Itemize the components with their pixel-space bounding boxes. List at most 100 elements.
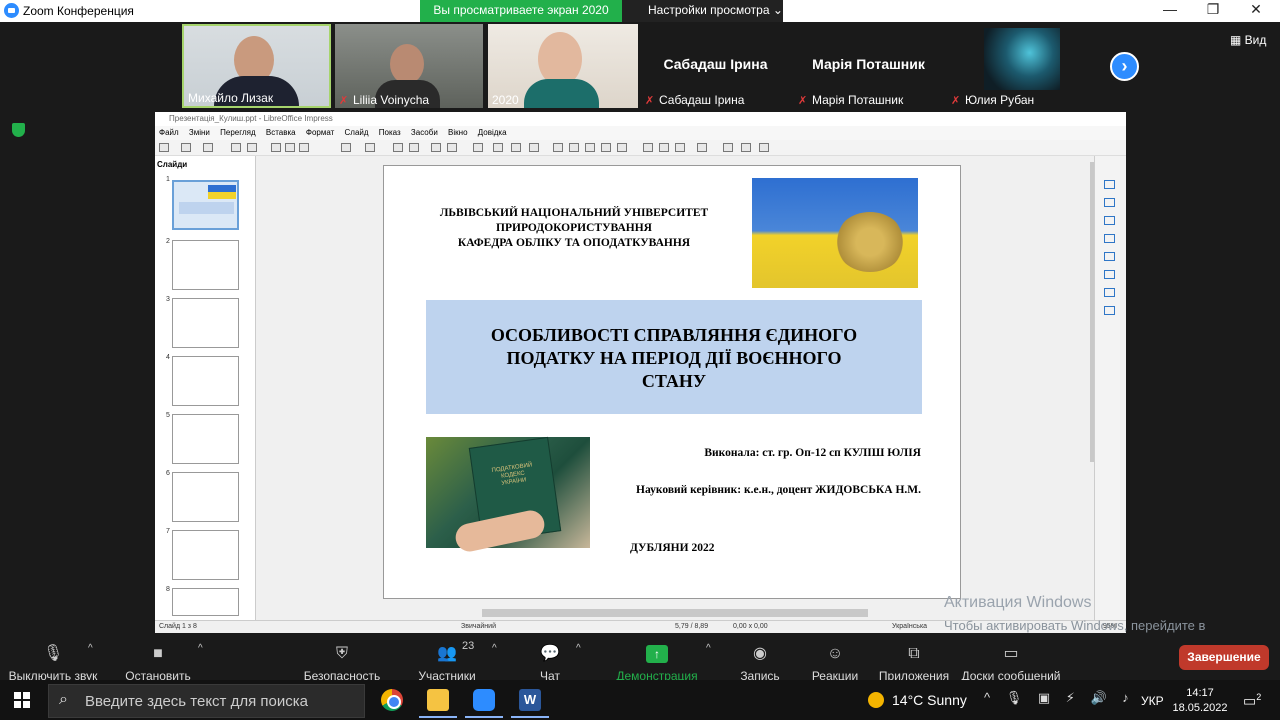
image-icon[interactable] <box>553 143 563 152</box>
print-icon[interactable] <box>247 143 257 152</box>
find-icon[interactable] <box>393 143 403 152</box>
export-pdf-icon[interactable] <box>231 143 241 152</box>
menu-item-show[interactable]: Показ <box>379 128 401 137</box>
system-tray[interactable]: ^ 🎙 ▣ ⚡ 🔊 ♪ <box>984 690 1135 706</box>
next-page-button[interactable]: › <box>1110 52 1139 81</box>
spelling-icon[interactable] <box>409 143 419 152</box>
distribute-icon[interactable] <box>741 143 751 152</box>
zoom-app-icon[interactable] <box>473 689 495 711</box>
close-button[interactable]: ✕ <box>1236 1 1276 18</box>
weather-widget[interactable]: 14°C Sunny <box>868 692 967 708</box>
slide-thumbnail[interactable] <box>172 530 239 580</box>
styles-icon[interactable] <box>1104 270 1115 279</box>
shadow-icon[interactable] <box>759 143 769 152</box>
file-explorer-icon[interactable] <box>427 689 449 711</box>
table-icon[interactable] <box>529 143 539 152</box>
gallery-icon[interactable] <box>1104 288 1115 297</box>
video-tile[interactable]: Марія Поташник ✗ Марія Поташник <box>794 24 943 108</box>
chevron-up-icon[interactable]: ^ <box>492 643 497 654</box>
open-icon[interactable] <box>181 143 191 152</box>
menu-item-tools[interactable]: Засоби <box>411 128 438 137</box>
end-meeting-button[interactable]: Завершение <box>1179 645 1269 670</box>
view-options-button[interactable]: Настройки просмотра ⌄ <box>622 0 783 22</box>
animation-icon[interactable] <box>1104 216 1115 225</box>
menu-item-format[interactable]: Формат <box>306 128 334 137</box>
copy-icon[interactable] <box>285 143 295 152</box>
undo-icon[interactable] <box>341 143 351 152</box>
mute-button[interactable]: 🎙 Выключить звук <box>8 645 98 683</box>
participant-name: 2020 <box>492 93 519 107</box>
status-language[interactable]: Українська <box>892 623 927 630</box>
slide-thumbnail[interactable] <box>172 472 239 522</box>
menu-item-view[interactable]: Перегляд <box>220 128 256 137</box>
restore-button[interactable]: ❐ <box>1193 1 1233 18</box>
view-button[interactable]: ▦ Вид <box>1230 33 1266 47</box>
master-slide-icon[interactable] <box>473 143 483 152</box>
coins-image <box>835 212 905 272</box>
special-char-icon[interactable] <box>617 143 627 152</box>
menu-item-insert[interactable]: Вставка <box>266 128 296 137</box>
slide-thumbnail[interactable] <box>172 588 239 616</box>
video-tile[interactable]: Сабадаш Ірина ✗ Сабадаш Ірина <box>641 24 790 108</box>
paste-icon[interactable] <box>299 143 309 152</box>
shapes-icon[interactable] <box>675 143 685 152</box>
minimize-button[interactable]: — <box>1150 1 1190 17</box>
apps-button[interactable]: ⧉ Приложения <box>878 645 950 683</box>
chrome-icon[interactable] <box>381 689 403 711</box>
video-tile[interactable]: 2020 <box>488 24 638 108</box>
video-tile[interactable]: ✗ Юлия Рубан <box>947 24 1099 108</box>
menu-item-edit[interactable]: Зміни <box>189 128 210 137</box>
display-views-icon[interactable] <box>447 143 457 152</box>
slide-thumbnail[interactable] <box>172 356 239 406</box>
save-icon[interactable] <box>203 143 213 152</box>
start-show-icon[interactable] <box>493 143 503 152</box>
slide-thumbnail[interactable] <box>172 298 239 348</box>
chat-button[interactable]: 💬 Чат <box>530 645 570 683</box>
arrange-icon[interactable] <box>697 143 707 152</box>
shapes-icon[interactable] <box>1104 252 1115 261</box>
chevron-up-icon[interactable]: ^ <box>88 643 93 654</box>
chevron-up-icon[interactable]: ^ <box>576 643 581 654</box>
align-icon[interactable] <box>723 143 733 152</box>
chevron-up-icon[interactable]: ^ <box>198 643 203 654</box>
new-slide-icon[interactable] <box>511 143 521 152</box>
chevron-up-icon[interactable]: ^ <box>706 643 711 654</box>
notifications-icon[interactable]: ▭2 <box>1243 692 1261 710</box>
hyperlink-icon[interactable] <box>659 143 669 152</box>
viewing-screen-banner: Вы просматриваете экран 2020 <box>420 0 622 22</box>
reactions-button[interactable]: ☺ Реакции <box>810 645 860 683</box>
redo-icon[interactable] <box>365 143 375 152</box>
menu-item-window[interactable]: Вікно <box>448 128 467 137</box>
textbox-icon[interactable] <box>601 143 611 152</box>
navigator-icon[interactable] <box>1104 306 1115 315</box>
video-tile[interactable]: ✗ Liliia Voinycha <box>335 24 483 108</box>
slide-thumbnail[interactable] <box>172 240 239 290</box>
security-button[interactable]: ⛨ Безопасность <box>302 645 382 683</box>
chart-icon[interactable] <box>585 143 595 152</box>
menu-item-file[interactable]: Файл <box>159 128 179 137</box>
properties-icon[interactable] <box>1104 180 1115 189</box>
participant-face <box>538 32 582 86</box>
video-tile[interactable]: Михайло Лизак <box>182 24 331 108</box>
slide-transition-icon[interactable] <box>1104 198 1115 207</box>
whiteboards-button[interactable]: ▭ Доски сообщений <box>960 645 1062 683</box>
new-icon[interactable] <box>159 143 169 152</box>
horizontal-scrollbar[interactable] <box>482 609 868 617</box>
cut-icon[interactable] <box>271 143 281 152</box>
menu-item-help[interactable]: Довідка <box>478 128 507 137</box>
word-icon[interactable]: W <box>519 689 541 711</box>
record-button[interactable]: ◉ Запись <box>738 645 782 683</box>
media-icon[interactable] <box>569 143 579 152</box>
fontwork-icon[interactable] <box>643 143 653 152</box>
windows-start-icon[interactable] <box>14 692 30 708</box>
slide-title-box[interactable]: ОСОБЛИВОСТІ СПРАВЛЯННЯ ЄДИНОГО ПОДАТКУ Н… <box>426 300 922 414</box>
grid-toggle-icon[interactable] <box>431 143 441 152</box>
master-slides-icon[interactable] <box>1104 234 1115 243</box>
menu-item-slide[interactable]: Слайд <box>345 128 369 137</box>
taskbar-clock[interactable]: 14:17 18.05.2022 <box>1172 686 1228 716</box>
slide-thumbnail[interactable] <box>172 414 239 464</box>
language-indicator[interactable]: УКР <box>1141 694 1164 708</box>
slide-thumbnail[interactable] <box>172 180 239 230</box>
participants-icon: 👥 <box>437 645 457 662</box>
taskbar-search-input[interactable]: ⌕ Введите здесь текст для поиска <box>48 684 365 718</box>
